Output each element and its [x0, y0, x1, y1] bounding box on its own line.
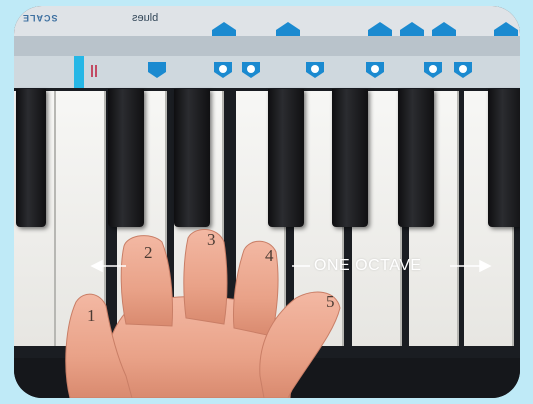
octave-arrows	[90, 259, 492, 273]
piano-photo: SCALE blues 1 2 3 4 5 ONE OCTAVE	[14, 6, 520, 398]
octave-label: ONE OCTAVE	[314, 257, 422, 274]
finger-number-1: 1	[87, 306, 96, 325]
finger-number-3: 3	[207, 230, 216, 249]
finger-number-2: 2	[144, 243, 153, 262]
finger-number-4: 4	[265, 246, 274, 265]
finger-number-5: 5	[326, 292, 335, 311]
